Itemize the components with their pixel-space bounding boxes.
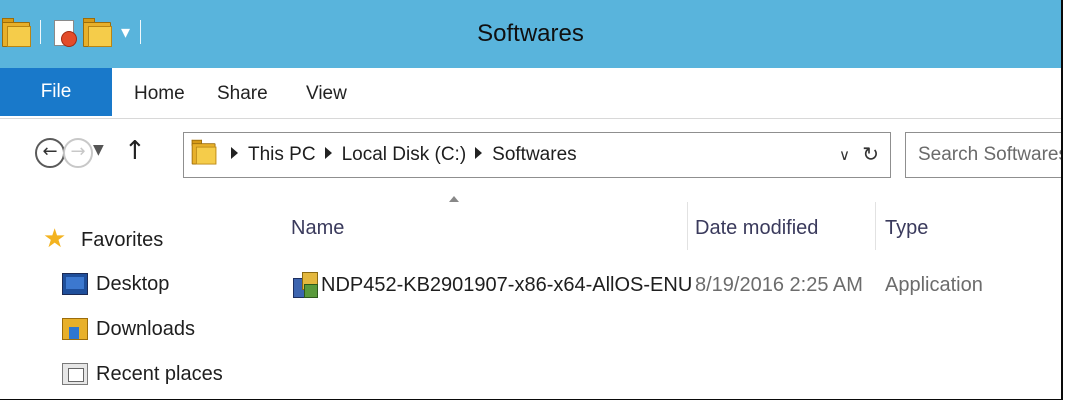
window-title: Softwares: [477, 20, 584, 47]
title-bar: ▾ Softwares: [0, 0, 1061, 68]
forward-button[interactable]: →: [63, 138, 93, 168]
recent-locations-dropdown-icon[interactable]: ▼: [93, 142, 104, 158]
navigation-pane: ★ Favorites Desktop Downloads Recent pla…: [0, 196, 262, 399]
breadcrumb-this-pc[interactable]: This PC: [248, 144, 316, 165]
tab-home[interactable]: Home: [134, 68, 185, 118]
tab-file[interactable]: File: [0, 68, 112, 116]
breadcrumb-local-disk[interactable]: Local Disk (C:): [342, 144, 467, 165]
file-type: Application: [885, 274, 983, 296]
tab-share[interactable]: Share: [217, 68, 268, 118]
file-list: Name Date modified Type NDP452-KB2901907…: [263, 192, 1061, 399]
column-header-name[interactable]: Name: [291, 206, 344, 250]
folder-icon: [190, 139, 217, 165]
ribbon-tabs: File Home Share View: [0, 68, 1061, 119]
tab-view[interactable]: View: [306, 68, 347, 118]
address-dropdown-icon[interactable]: ∨: [839, 146, 850, 164]
breadcrumb-softwares[interactable]: Softwares: [492, 144, 576, 165]
search-box[interactable]: [905, 132, 1061, 178]
column-header-type[interactable]: Type: [885, 206, 928, 250]
file-name: NDP452-KB2901907-x86-x64-AllOS-ENU: [321, 274, 693, 296]
sidebar-item-label: Downloads: [96, 318, 195, 340]
application-icon: [293, 272, 319, 298]
back-button[interactable]: ←: [35, 138, 65, 168]
breadcrumb-arrow-icon[interactable]: [231, 147, 238, 159]
column-divider[interactable]: [687, 202, 688, 250]
search-input[interactable]: [906, 133, 1061, 177]
column-header-date-modified[interactable]: Date modified: [695, 206, 818, 250]
breadcrumb: This PC Local Disk (C:) Softwares: [222, 133, 577, 177]
explorer-window: ▾ Softwares File Home Share View ← → ▼ ↑…: [0, 0, 1063, 400]
up-arrow-icon[interactable]: ↑: [124, 136, 146, 166]
sidebar-item-label: Recent places: [96, 363, 223, 385]
desktop-icon: [62, 273, 88, 295]
file-date-modified: 8/19/2016 2:25 AM: [695, 274, 863, 296]
address-bar[interactable]: This PC Local Disk (C:) Softwares ∨ ↻: [183, 132, 891, 178]
recent-places-icon: [62, 363, 88, 385]
breadcrumb-arrow-icon[interactable]: [475, 147, 483, 159]
breadcrumb-arrow-icon[interactable]: [324, 147, 332, 159]
file-row[interactable]: NDP452-KB2901907-x86-x64-AllOS-ENU 8/19/…: [263, 268, 1061, 302]
sidebar-item-label: Desktop: [96, 273, 170, 295]
star-icon: ★: [43, 224, 67, 254]
column-divider[interactable]: [875, 202, 876, 250]
downloads-folder-icon: [62, 318, 88, 340]
favorites-label: Favorites: [81, 229, 164, 251]
sort-ascending-icon: [449, 196, 459, 202]
refresh-icon[interactable]: ↻: [862, 142, 879, 166]
navigation-bar: ← → ▼ ↑ This PC Local Disk (C:) Softwares …: [0, 120, 1061, 190]
